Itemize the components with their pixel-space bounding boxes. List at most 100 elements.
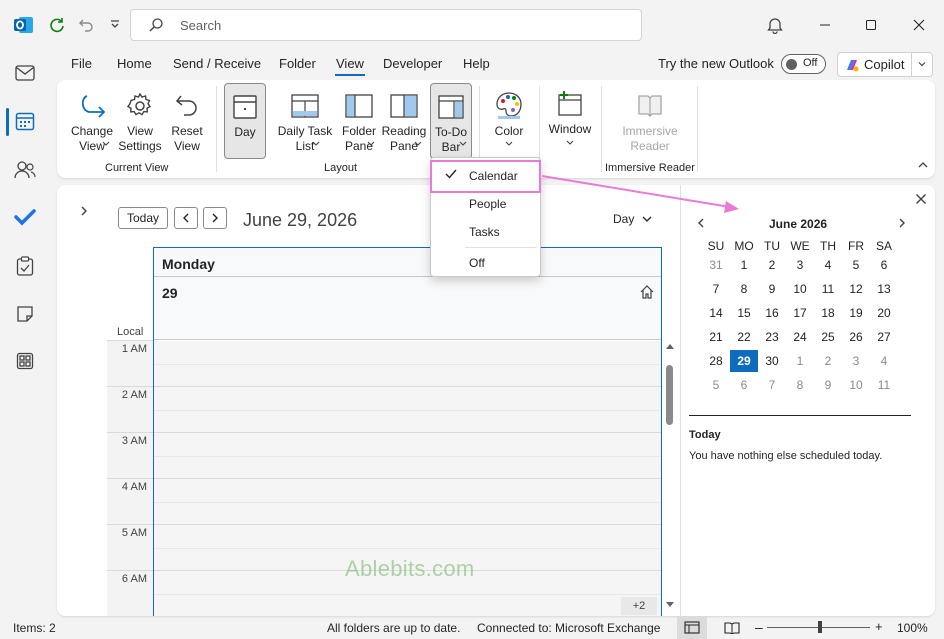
mini-calendar-day[interactable]: 18 xyxy=(814,302,842,324)
more-events-badge[interactable]: +2 xyxy=(621,597,657,615)
mini-calendar-day[interactable]: 6 xyxy=(730,374,758,396)
menu-item-off[interactable]: Off xyxy=(469,256,485,270)
zoom-in-icon[interactable]: + xyxy=(875,620,883,633)
calendar-icon[interactable] xyxy=(12,108,38,134)
view-mode-selector[interactable]: Day xyxy=(613,212,652,226)
maximize-button[interactable] xyxy=(858,12,884,38)
immersive-reader-button[interactable]: Immersive Reader xyxy=(617,86,683,154)
mini-calendar[interactable]: SU MO TU WE TH FR SA 31 1 2 3 4 5 6 7 8 9 10 11 12 13 14 15 16 1… xyxy=(702,239,902,399)
mini-calendar-day[interactable]: 27 xyxy=(870,326,898,348)
mini-calendar-day[interactable]: 31 xyxy=(702,254,730,276)
view-settings-button[interactable]: View Settings xyxy=(117,86,163,154)
tab-folder[interactable]: Folder xyxy=(279,56,316,71)
normal-view-button[interactable] xyxy=(677,616,707,639)
people-icon[interactable] xyxy=(12,157,38,183)
tab-developer[interactable]: Developer xyxy=(383,56,442,71)
mini-calendar-day[interactable]: 19 xyxy=(842,302,870,324)
scroll-up-icon[interactable] xyxy=(664,342,676,350)
mini-calendar-day[interactable]: 21 xyxy=(702,326,730,348)
next-day-button[interactable] xyxy=(203,207,227,229)
copilot-button[interactable]: Copilot xyxy=(837,52,933,77)
menu-item-tasks[interactable]: Tasks xyxy=(469,225,500,239)
mini-calendar-day[interactable]: 5 xyxy=(702,374,730,396)
mini-calendar-day[interactable]: 3 xyxy=(786,254,814,276)
mail-icon[interactable] xyxy=(12,60,38,86)
mini-calendar-day[interactable]: 11 xyxy=(814,278,842,300)
chevron-down-icon xyxy=(459,141,467,147)
mini-calendar-day[interactable]: 3 xyxy=(842,350,870,372)
mini-calendar-day[interactable]: 10 xyxy=(842,374,870,396)
mini-calendar-day[interactable]: 7 xyxy=(702,278,730,300)
mini-calendar-day[interactable]: 4 xyxy=(870,350,898,372)
todo-check-icon[interactable] xyxy=(12,204,38,230)
mini-calendar-day[interactable]: 7 xyxy=(758,374,786,396)
mini-calendar-day[interactable]: 28 xyxy=(702,350,730,372)
mini-calendar-day[interactable]: 30 xyxy=(758,350,786,372)
folder-pane-button[interactable]: Folder Pane xyxy=(336,86,382,154)
close-window-button[interactable] xyxy=(906,12,932,38)
minimize-button[interactable] xyxy=(812,12,838,38)
tab-file[interactable]: File xyxy=(71,56,92,71)
mini-calendar-day[interactable]: 14 xyxy=(702,302,730,324)
zoom-slider-thumb[interactable] xyxy=(818,621,822,633)
mini-calendar-day[interactable]: 9 xyxy=(814,374,842,396)
scrollbar-thumb[interactable] xyxy=(666,365,673,425)
undo-icon[interactable] xyxy=(75,13,99,37)
mini-calendar-day[interactable]: 8 xyxy=(730,278,758,300)
tab-help[interactable]: Help xyxy=(463,56,490,71)
mini-calendar-day[interactable]: 11 xyxy=(870,374,898,396)
collapse-ribbon-icon[interactable] xyxy=(917,160,929,170)
notes-icon[interactable] xyxy=(12,301,38,327)
mini-calendar-day[interactable]: 17 xyxy=(786,302,814,324)
day-button[interactable]: Day xyxy=(224,83,266,159)
tab-home[interactable]: Home xyxy=(117,56,152,71)
mini-calendar-day[interactable]: 23 xyxy=(758,326,786,348)
new-outlook-toggle[interactable]: Off xyxy=(781,54,826,74)
mini-calendar-day[interactable]: 4 xyxy=(814,254,842,276)
bell-icon[interactable] xyxy=(762,12,788,38)
mini-calendar-day[interactable]: 10 xyxy=(786,278,814,300)
todo-bar-button[interactable]: To-Do Bar xyxy=(430,83,472,159)
color-button[interactable]: Color xyxy=(485,86,533,139)
tasks-clipboard-icon[interactable] xyxy=(12,253,38,279)
mini-calendar-day[interactable]: 8 xyxy=(786,374,814,396)
tab-view[interactable]: View xyxy=(336,56,364,71)
mini-calendar-day[interactable]: 9 xyxy=(758,278,786,300)
next-month-icon[interactable] xyxy=(897,217,907,229)
previous-day-button[interactable] xyxy=(174,207,198,229)
mini-calendar-day[interactable]: 15 xyxy=(730,302,758,324)
quick-access-dropdown-icon[interactable] xyxy=(103,13,127,37)
today-button[interactable]: Today xyxy=(118,207,168,229)
menu-item-people[interactable]: People xyxy=(469,197,506,211)
mini-calendar-day[interactable]: 1 xyxy=(730,254,758,276)
mini-calendar-day[interactable]: 20 xyxy=(870,302,898,324)
mini-calendar-day[interactable]: 1 xyxy=(786,350,814,372)
search-box[interactable]: Search xyxy=(130,9,642,41)
mini-calendar-day[interactable]: 16 xyxy=(758,302,786,324)
mini-calendar-today[interactable]: 29 xyxy=(730,350,758,372)
mini-calendar-day[interactable]: 12 xyxy=(842,278,870,300)
reading-view-icon[interactable] xyxy=(724,621,740,634)
previous-month-icon[interactable] xyxy=(696,217,706,229)
mini-calendar-day[interactable]: 25 xyxy=(814,326,842,348)
close-todo-icon[interactable] xyxy=(915,193,927,205)
mini-calendar-day[interactable]: 24 xyxy=(786,326,814,348)
sync-icon[interactable] xyxy=(45,13,69,37)
apps-icon[interactable] xyxy=(12,348,38,374)
mini-calendar-day[interactable]: 26 xyxy=(842,326,870,348)
mini-calendar-day[interactable]: 5 xyxy=(842,254,870,276)
daily-task-list-button[interactable]: Daily Task List xyxy=(275,86,335,154)
mini-calendar-day[interactable]: 6 xyxy=(870,254,898,276)
tab-send-receive[interactable]: Send / Receive xyxy=(173,56,261,71)
window-button[interactable]: Window xyxy=(545,84,595,137)
mini-calendar-day[interactable]: 13 xyxy=(870,278,898,300)
mini-calendar-day[interactable]: 22 xyxy=(730,326,758,348)
chevron-down-icon[interactable] xyxy=(917,59,927,69)
chevron-down-icon xyxy=(414,141,422,147)
mini-calendar-day[interactable]: 2 xyxy=(814,350,842,372)
zoom-out-icon[interactable]: – xyxy=(755,620,763,634)
expand-folder-pane-icon[interactable] xyxy=(79,205,89,217)
mini-calendar-day[interactable]: 2 xyxy=(758,254,786,276)
reset-view-button[interactable]: Reset View xyxy=(164,86,210,154)
scroll-down-icon[interactable] xyxy=(664,601,676,609)
